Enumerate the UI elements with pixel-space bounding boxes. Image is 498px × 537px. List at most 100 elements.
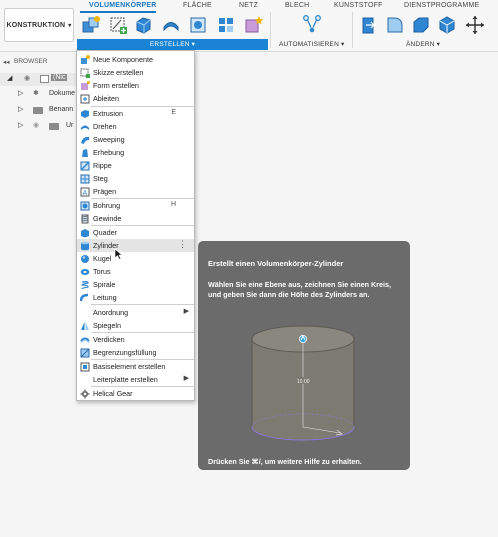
browser-header: ◂◂ BROWSER: [0, 55, 80, 69]
automatisieren-group-button[interactable]: AUTOMATISIEREN ▾: [279, 40, 344, 48]
erstellen-group-button[interactable]: ERSTELLEN ▾: [77, 39, 268, 50]
tree-label: Benann: [49, 106, 74, 113]
workspace-label: KONSTRUKTION: [6, 21, 66, 29]
submenu-arrow-icon: ▶: [183, 308, 189, 315]
tooltip-panel: Erstellt einen Volumenkörper-Zylinder Wä…: [198, 241, 410, 470]
thread-icon: [81, 214, 89, 224]
base-feature-icon: [80, 362, 90, 372]
menu-item-zylinder[interactable]: Zylinder ⋮: [77, 239, 194, 252]
menu-item-quader[interactable]: Quader: [77, 226, 194, 239]
tooltip-description: Wählen Sie eine Ebene aus, zeichnen Sie …: [208, 280, 391, 299]
rib-icon: [80, 161, 90, 171]
hole-icon: [80, 201, 90, 211]
toolbar-divider: [270, 12, 271, 48]
menu-item-leiterplatte-erstellen[interactable]: Leiterplatte erstellen ▶: [77, 373, 194, 386]
menu-item-basiselement-erstellen[interactable]: Basiselement erstellen: [77, 360, 194, 373]
menu-item-spirale[interactable]: Spirale: [77, 278, 194, 291]
workspace-selector[interactable]: KONSTRUKTION ▾: [4, 8, 74, 42]
chamfer-icon[interactable]: [411, 15, 431, 35]
menu-item-rippe[interactable]: Rippe: [77, 159, 194, 172]
folder-icon: [49, 123, 59, 130]
dimension-label: 10.00: [297, 379, 310, 385]
erstellen-menu: Neue Komponente Skizze erstellen Form er…: [76, 50, 195, 401]
pattern-icon[interactable]: [216, 15, 236, 35]
menu-item-neue-komponente[interactable]: Neue Komponente: [77, 53, 194, 66]
expand-arrow-icon[interactable]: ▷: [18, 121, 23, 129]
hole-icon[interactable]: [188, 15, 208, 35]
expand-arrow-icon[interactable]: ▷: [18, 105, 23, 113]
sweep-icon: [81, 136, 89, 144]
fillet-icon[interactable]: [385, 15, 405, 35]
collapse-arrow-icon[interactable]: ◢: [7, 74, 12, 82]
menu-item-praegen[interactable]: A Prägen: [77, 185, 194, 198]
sketch-icon: [80, 68, 90, 78]
menu-item-skizze-erstellen[interactable]: Skizze erstellen: [77, 66, 194, 79]
svg-text:A: A: [83, 190, 88, 197]
mirror-icon: [81, 322, 89, 330]
menu-item-extrusion[interactable]: Extrusion E: [77, 107, 194, 120]
new-component-icon[interactable]: [81, 15, 101, 35]
menu-item-leitung[interactable]: Leitung: [77, 291, 194, 304]
collapse-icon[interactable]: ◂◂: [3, 58, 10, 66]
visibility-eye-icon[interactable]: ◉: [24, 74, 30, 82]
chevron-down-icon: ▾: [68, 22, 72, 29]
thicken-icon: [80, 337, 90, 344]
menu-item-helical-gear[interactable]: Helical Gear: [77, 387, 194, 400]
loft-icon: [82, 149, 88, 157]
menu-item-sweeping[interactable]: Sweeping: [77, 133, 194, 146]
menu-item-drehen[interactable]: Drehen: [77, 120, 194, 133]
browser-title: BROWSER: [14, 58, 48, 65]
menu-item-kugel[interactable]: Kugel: [77, 252, 194, 265]
expand-arrow-icon[interactable]: ▷: [18, 89, 23, 97]
gear-icon: [80, 389, 90, 399]
torus-icon: [80, 269, 90, 275]
revolve-icon: [81, 125, 89, 130]
menu-item-begrenzungsfuellung[interactable]: Begrenzungsfüllung: [77, 346, 194, 359]
tree-row[interactable]: ▷ ◉ Ur: [0, 121, 80, 134]
tab-netz[interactable]: NETZ: [239, 2, 258, 9]
sphere-icon: [81, 255, 89, 263]
shell-icon[interactable]: [437, 15, 457, 35]
visibility-eye-icon[interactable]: ◉: [33, 121, 39, 129]
settings-gear-icon: ✱: [33, 90, 39, 97]
menu-item-steg[interactable]: Steg: [77, 172, 194, 185]
tab-dienstprogramme[interactable]: DIENSTPROGRAMME: [404, 2, 479, 9]
cylinder-icon: [81, 241, 89, 251]
menu-item-form-erstellen[interactable]: Form erstellen: [77, 79, 194, 92]
emboss-icon: A: [80, 187, 90, 197]
menu-item-spiegeln[interactable]: Spiegeln: [77, 319, 194, 332]
tree-label: Dokume: [49, 90, 76, 97]
menu-item-verdicken[interactable]: Verdicken: [77, 333, 194, 346]
automate-icon[interactable]: [302, 14, 322, 34]
folder-icon: [33, 107, 43, 114]
menu-item-bohrung[interactable]: Bohrung H: [77, 199, 194, 212]
tab-volumenkoerper[interactable]: VOLUMENKÖRPER: [89, 2, 157, 9]
move-icon[interactable]: [465, 15, 485, 35]
menu-item-torus[interactable]: Torus: [77, 265, 194, 278]
derive-icon: [80, 94, 90, 104]
tab-blech[interactable]: BLECH: [285, 2, 309, 9]
aendern-group-button[interactable]: ÄNDERN ▾: [406, 40, 440, 48]
extrude-icon: [81, 110, 89, 118]
menu-item-erhebung[interactable]: Erhebung: [77, 146, 194, 159]
tree-root-row[interactable]: ◢ ◉ (Nic: [0, 73, 80, 86]
tab-flaeche[interactable]: FLÄCHE: [183, 2, 212, 9]
tree-row[interactable]: ▷ Benann: [0, 105, 80, 118]
root-label: (Nic: [51, 74, 68, 81]
sketch-icon[interactable]: [108, 15, 128, 35]
box-icon: [81, 229, 89, 238]
menu-item-gewinde[interactable]: Gewinde: [77, 212, 194, 225]
press-pull-icon[interactable]: [359, 15, 379, 35]
more-options-icon[interactable]: ⋮: [178, 239, 187, 250]
revolve-icon[interactable]: [161, 15, 181, 35]
submenu-arrow-icon: ▶: [183, 375, 189, 382]
tree-row[interactable]: ▷ ✱ Dokume: [0, 89, 80, 102]
tree-label: Ur: [66, 122, 74, 129]
tab-kunststoff[interactable]: KUNSTSTOFF: [334, 2, 383, 9]
coil-icon: [81, 281, 89, 290]
extrude-icon[interactable]: [133, 15, 153, 35]
menu-item-ableiten[interactable]: Ableiten: [77, 92, 194, 105]
menu-item-anordnung[interactable]: Anordnung ▶: [77, 306, 194, 319]
create-form-icon[interactable]: [243, 15, 263, 35]
document-icon: [40, 75, 49, 83]
